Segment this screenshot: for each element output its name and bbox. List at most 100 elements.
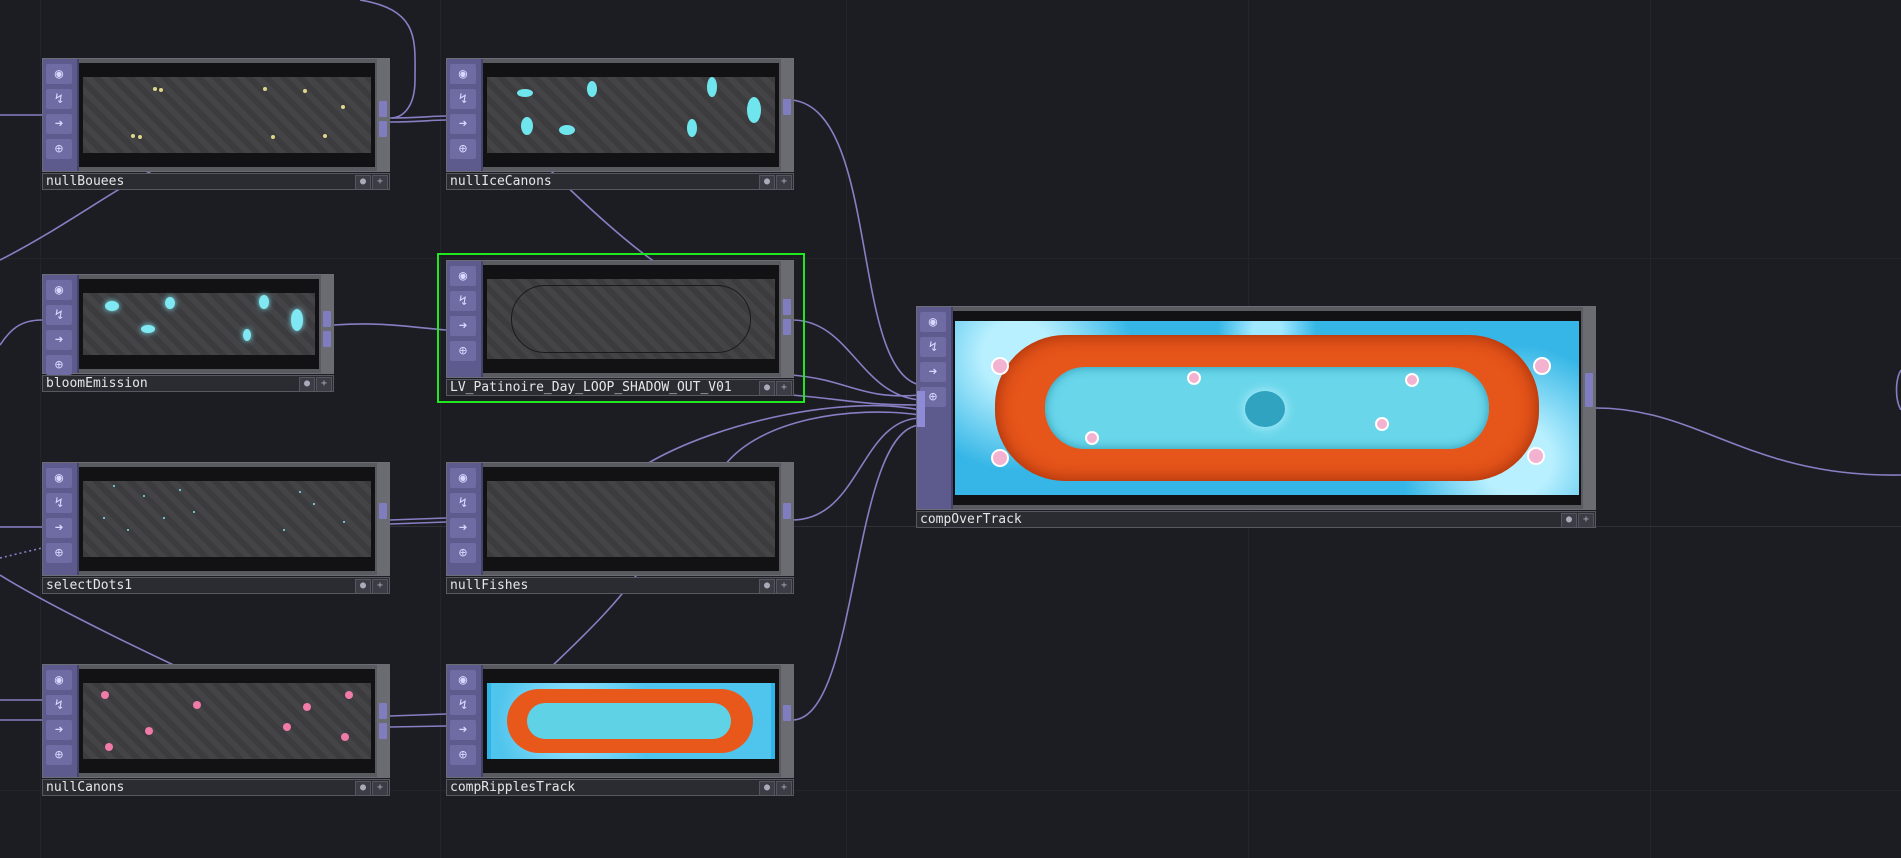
add-icon[interactable]: + — [776, 781, 792, 795]
node-nullIceCanons[interactable]: ◉ ↯ ➜ ⊕ nullIceCanons ● + — [446, 58, 794, 190]
add-icon[interactable]: + — [776, 381, 792, 395]
output-port[interactable] — [783, 319, 791, 335]
display-flag-icon[interactable]: ● — [759, 381, 775, 395]
cook-flag-icon[interactable]: ↯ — [920, 337, 946, 357]
viewer-toggle-icon[interactable]: ◉ — [450, 64, 476, 84]
lock-icon[interactable]: ⊕ — [450, 745, 476, 765]
output-port[interactable] — [783, 299, 791, 315]
viewer-toggle-icon[interactable]: ◉ — [46, 280, 72, 300]
output-connector[interactable] — [377, 463, 389, 575]
add-icon[interactable]: + — [372, 781, 388, 795]
output-port[interactable] — [783, 705, 791, 721]
export-arrow-icon[interactable]: ➜ — [450, 720, 476, 740]
export-arrow-icon[interactable]: ➜ — [46, 518, 72, 538]
node-label[interactable]: nullIceCanons ● + — [446, 173, 794, 190]
output-port[interactable] — [379, 101, 387, 117]
add-icon[interactable]: + — [776, 579, 792, 593]
output-connector[interactable] — [377, 59, 389, 171]
output-port[interactable] — [379, 723, 387, 739]
node-bloomEmission[interactable]: ◉ ↯ ➜ ⊕ bloomEmission ● + — [42, 274, 334, 392]
display-flag-icon[interactable]: ● — [1561, 513, 1577, 527]
output-connector[interactable] — [1583, 307, 1595, 509]
node-compRipplesTrack[interactable]: ◉ ↯ ➜ ⊕ compRipplesTrack ● + — [446, 664, 794, 796]
node-viewer[interactable] — [79, 669, 375, 773]
display-flag-icon[interactable]: ● — [759, 175, 775, 189]
node-label[interactable]: compOverTrack ● + — [916, 511, 1596, 528]
viewer-toggle-icon[interactable]: ◉ — [46, 468, 72, 488]
lock-icon[interactable]: ⊕ — [46, 139, 72, 159]
output-port[interactable] — [379, 121, 387, 137]
lock-icon[interactable]: ⊕ — [450, 139, 476, 159]
network-editor-canvas[interactable]: ◉ ↯ ➜ ⊕ nullBouees ● + ◉ ↯ ➜ ⊕ nullIceCa… — [0, 0, 1901, 858]
output-connector[interactable] — [781, 463, 793, 575]
lock-icon[interactable]: ⊕ — [450, 341, 476, 361]
output-connector[interactable] — [781, 665, 793, 777]
viewer-toggle-icon[interactable]: ◉ — [46, 670, 72, 690]
export-arrow-icon[interactable]: ➜ — [920, 362, 946, 382]
cook-flag-icon[interactable]: ↯ — [450, 493, 476, 513]
viewer-toggle-icon[interactable]: ◉ — [450, 266, 476, 286]
output-connector[interactable] — [781, 59, 793, 171]
display-flag-icon[interactable]: ● — [299, 377, 315, 391]
node-label[interactable]: LV_Patinoire_Day_LOOP_SHADOW_OUT_V01 ● + — [446, 379, 794, 396]
cook-flag-icon[interactable]: ↯ — [46, 695, 72, 715]
output-connector[interactable] — [377, 665, 389, 777]
export-arrow-icon[interactable]: ➜ — [46, 720, 72, 740]
display-flag-icon[interactable]: ● — [355, 579, 371, 593]
viewer-toggle-icon[interactable]: ◉ — [450, 670, 476, 690]
output-port[interactable] — [323, 331, 331, 347]
viewer-toggle-icon[interactable]: ◉ — [450, 468, 476, 488]
cook-flag-icon[interactable]: ↯ — [450, 695, 476, 715]
node-viewer[interactable] — [79, 279, 319, 369]
node-viewer[interactable] — [79, 63, 375, 167]
export-arrow-icon[interactable]: ➜ — [46, 114, 72, 134]
node-viewer[interactable] — [483, 669, 779, 773]
node-label[interactable]: selectDots1 ● + — [42, 577, 390, 594]
display-flag-icon[interactable]: ● — [759, 781, 775, 795]
lock-icon[interactable]: ⊕ — [46, 745, 72, 765]
node-label[interactable]: bloomEmission ● + — [42, 375, 334, 392]
node-LV_Patinoire_Day_LOOP_SHADOW_OUT_V01[interactable]: ◉ ↯ ➜ ⊕ LV_Patinoire_Day_LOOP_SHADOW_OUT… — [446, 260, 794, 396]
node-label[interactable]: nullFishes ● + — [446, 577, 794, 594]
cook-flag-icon[interactable]: ↯ — [46, 305, 72, 325]
node-viewer[interactable] — [483, 265, 779, 373]
node-label[interactable]: nullCanons ● + — [42, 779, 390, 796]
node-nullCanons[interactable]: ◉ ↯ ➜ ⊕ nullCanons ● + — [42, 664, 390, 796]
node-viewer[interactable] — [79, 467, 375, 571]
add-icon[interactable]: + — [316, 377, 332, 391]
node-label[interactable]: compRipplesTrack ● + — [446, 779, 794, 796]
node-viewer[interactable] — [483, 63, 779, 167]
viewer-toggle-icon[interactable]: ◉ — [46, 64, 72, 84]
add-icon[interactable]: + — [372, 579, 388, 593]
export-arrow-icon[interactable]: ➜ — [450, 114, 476, 134]
node-nullBouees[interactable]: ◉ ↯ ➜ ⊕ nullBouees ● + — [42, 58, 390, 190]
node-nullFishes[interactable]: ◉ ↯ ➜ ⊕ nullFishes ● + — [446, 462, 794, 594]
output-connector[interactable] — [781, 261, 793, 377]
export-arrow-icon[interactable]: ➜ — [450, 316, 476, 336]
add-icon[interactable]: + — [372, 175, 388, 189]
output-port[interactable] — [379, 703, 387, 719]
lock-icon[interactable]: ⊕ — [450, 543, 476, 563]
display-flag-icon[interactable]: ● — [355, 175, 371, 189]
node-selectDots1[interactable]: ◉ ↯ ➜ ⊕ selectDots1 ● + — [42, 462, 390, 594]
cook-flag-icon[interactable]: ↯ — [450, 89, 476, 109]
output-port[interactable] — [783, 99, 791, 115]
output-port[interactable] — [323, 311, 331, 327]
node-compOverTrack[interactable]: ◉ ↯ ➜ ⊕ compOverTrack ● + — [916, 306, 1596, 528]
lock-icon[interactable]: ⊕ — [46, 543, 72, 563]
output-connector[interactable] — [321, 275, 333, 373]
add-icon[interactable]: + — [776, 175, 792, 189]
add-icon[interactable]: + — [1578, 513, 1594, 527]
output-port[interactable] — [379, 503, 387, 519]
cook-flag-icon[interactable]: ↯ — [450, 291, 476, 311]
viewer-toggle-icon[interactable]: ◉ — [920, 312, 946, 332]
display-flag-icon[interactable]: ● — [355, 781, 371, 795]
node-viewer[interactable] — [483, 467, 779, 571]
export-arrow-icon[interactable]: ➜ — [450, 518, 476, 538]
display-flag-icon[interactable]: ● — [759, 579, 775, 593]
output-port[interactable] — [783, 503, 791, 519]
output-port[interactable] — [1585, 373, 1593, 407]
lock-icon[interactable]: ⊕ — [46, 355, 72, 375]
input-connector[interactable] — [917, 391, 925, 427]
node-viewer[interactable] — [953, 311, 1581, 505]
